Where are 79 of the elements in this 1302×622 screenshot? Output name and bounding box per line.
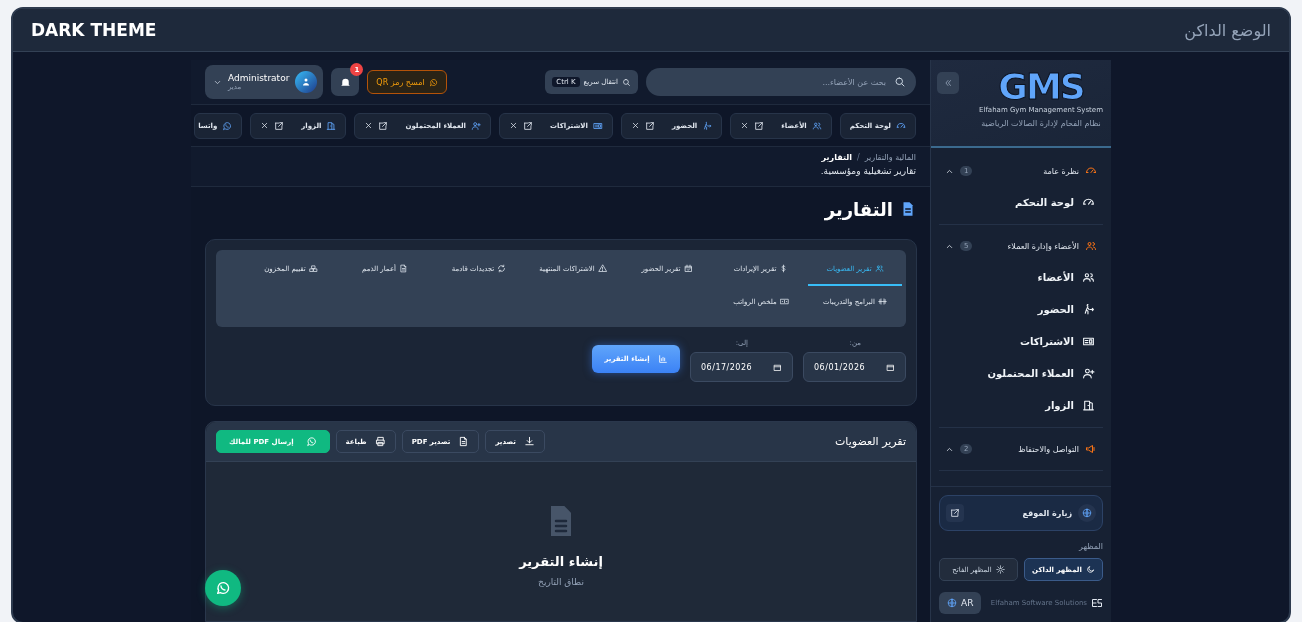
external-link-icon — [378, 120, 389, 131]
breadcrumb-item[interactable]: المالية والتقارير — [864, 153, 916, 162]
nav-item[interactable]: الحضور — [939, 293, 1103, 325]
search-icon — [894, 76, 906, 88]
external-link-icon — [644, 120, 655, 131]
nav-item[interactable]: الزوار — [939, 389, 1103, 421]
chat-bubble-icon — [222, 120, 233, 131]
boxes-icon — [308, 264, 318, 273]
close-icon[interactable] — [509, 121, 519, 130]
bar-chart-icon — [657, 354, 668, 364]
page-subtitle: تقارير تشغيلية ومؤسسية. — [819, 166, 916, 176]
breadcrumb-item: التقارير — [821, 153, 852, 162]
calendar-icon — [683, 264, 693, 273]
close-icon[interactable] — [740, 121, 750, 130]
warning-icon — [597, 264, 607, 273]
user-plus-icon — [1082, 366, 1095, 380]
breadcrumb-separator: / — [856, 153, 860, 162]
gauge-icon — [896, 120, 906, 131]
search-icon — [622, 77, 631, 87]
document-icon — [458, 436, 470, 447]
walking-person-icon — [1082, 302, 1095, 316]
user-plus-icon — [471, 120, 482, 131]
avatar-icon — [295, 71, 318, 93]
calendar-icon — [886, 362, 895, 372]
megaphone-icon — [1085, 443, 1097, 455]
calendar-icon — [773, 362, 782, 372]
nav-item[interactable]: العملاء المحتملون — [939, 357, 1103, 389]
users-icon — [1082, 270, 1095, 284]
appearance-label: المظهر — [1077, 542, 1103, 551]
date-from-field[interactable]: 06/01/2026 — [803, 352, 906, 382]
visit-site-link[interactable]: زيارة الموقع — [939, 495, 1103, 531]
external-link-icon — [274, 120, 285, 131]
chat-bubble-icon — [428, 77, 438, 87]
report-title: تقرير العضويات — [834, 435, 906, 448]
close-icon[interactable] — [260, 121, 270, 130]
chat-bubble-icon — [305, 436, 317, 447]
download-icon — [524, 436, 535, 447]
vendor-logo-icon — [1091, 597, 1103, 609]
notifications-button[interactable] — [331, 68, 360, 96]
frame-subtitle: الوضع الداكن — [1184, 20, 1271, 40]
nav-item[interactable]: الاشتراكات — [939, 325, 1103, 357]
external-link-icon — [946, 504, 964, 522]
door-icon — [326, 120, 337, 131]
users-icon — [1085, 240, 1097, 252]
page-title: التقارير — [824, 198, 893, 220]
collapse-button[interactable] — [937, 72, 959, 94]
close-icon[interactable] — [364, 121, 374, 130]
dumbbell-icon — [877, 297, 887, 306]
moon-icon — [1085, 565, 1095, 574]
logo-text: GMS — [998, 68, 1084, 106]
document-icon — [399, 264, 409, 273]
system-name: نظام الفحام لإدارة الصالات الرياضية — [981, 118, 1101, 129]
scan-qr-button[interactable]: امسح رمز QR — [367, 70, 447, 94]
chat-bubble-icon — [215, 580, 231, 596]
printer-icon — [374, 436, 386, 447]
external-link-icon — [754, 120, 765, 131]
frame-title: DARK THEME — [31, 20, 157, 40]
date-to-field[interactable]: 06/17/2026 — [690, 352, 793, 382]
external-link-icon — [523, 120, 534, 131]
close-icon[interactable] — [630, 121, 640, 130]
door-icon — [1082, 398, 1095, 412]
globe-icon — [1078, 504, 1096, 522]
walking-person-icon — [702, 120, 713, 131]
dollar-icon — [779, 264, 789, 273]
nav-item[interactable]: الأعضاء — [939, 261, 1103, 293]
refresh-icon — [497, 264, 507, 273]
empty-state-text: نطاق التاريخ — [538, 577, 584, 587]
id-card-icon — [592, 120, 603, 131]
double-chevron-icon — [943, 78, 953, 88]
users-icon — [811, 120, 822, 131]
language-button[interactable]: AR — [939, 592, 982, 614]
globe-icon — [947, 598, 957, 608]
search-field[interactable]: بحث عن الأعضاء... — [646, 68, 916, 96]
nav-item[interactable]: لوحة التحكم — [939, 186, 1103, 218]
user-name: Administrator — [228, 73, 290, 83]
sun-icon — [995, 565, 1005, 574]
empty-state-title: إنشاء التقرير — [519, 554, 603, 569]
banknote-icon — [779, 297, 789, 306]
users-icon — [874, 264, 884, 273]
